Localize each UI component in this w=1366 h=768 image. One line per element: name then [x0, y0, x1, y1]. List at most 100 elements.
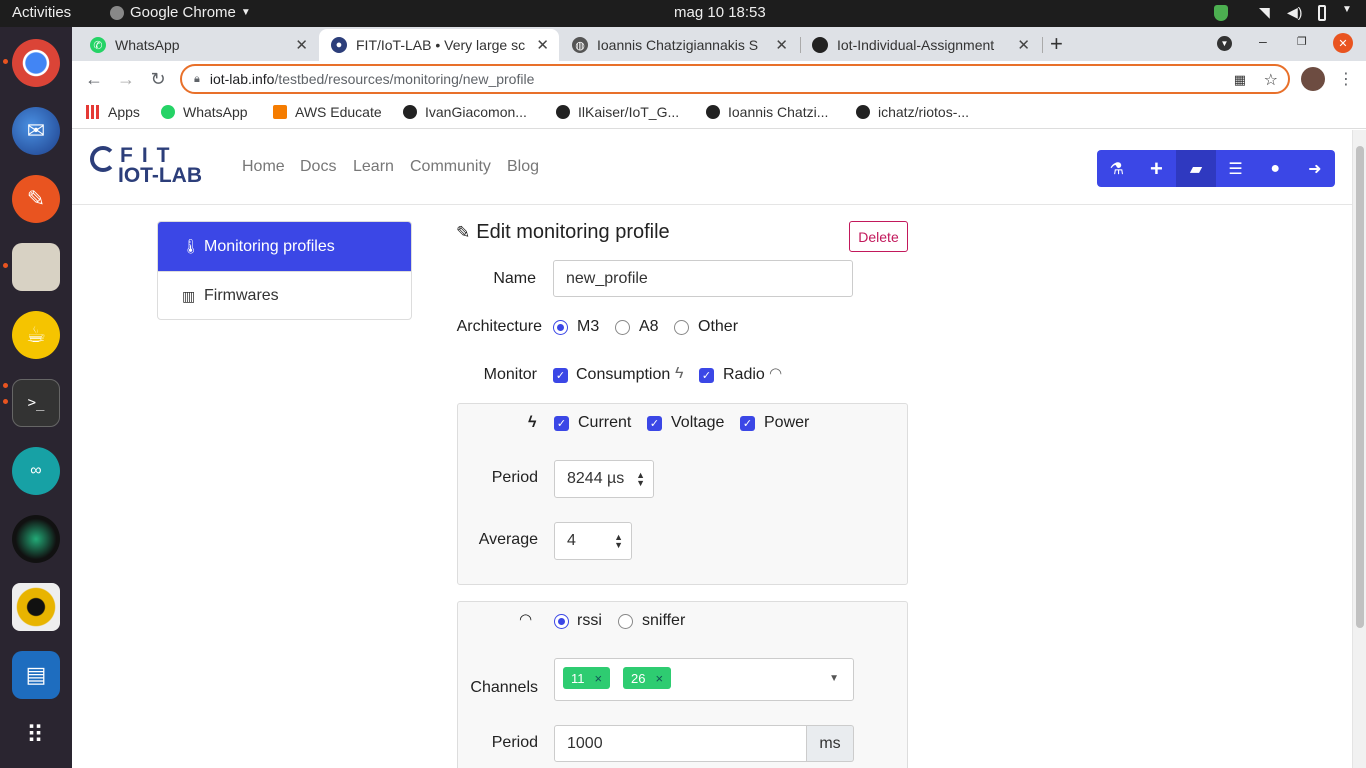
shield-icon[interactable] [1214, 5, 1228, 21]
remove-tag-icon[interactable]: × [595, 671, 603, 686]
writer-dock-icon[interactable]: ▤ [12, 651, 60, 699]
rssi-radio[interactable] [554, 614, 569, 629]
rhythmbox-dock-icon[interactable] [12, 583, 60, 631]
tab-iot-assignment[interactable]: Iot-Individual-Assignment ✕ [800, 29, 1040, 61]
bookmark-ioannis[interactable]: Ioannis Chatzi... [706, 104, 828, 120]
more-menu-icon[interactable]: ⋮ [1334, 67, 1358, 91]
plus-icon[interactable]: + [1137, 150, 1177, 187]
folder-open-icon[interactable]: ▰ [1176, 150, 1216, 187]
wifi-icon[interactable]: ◥ [1259, 4, 1270, 21]
monitor-consumption-checkbox[interactable]: ✓ [553, 368, 568, 383]
app-menu[interactable]: Google Chrome ▼ [110, 4, 251, 21]
chevron-down-icon[interactable]: ▼ [829, 673, 839, 684]
sidebar-item-firmwares[interactable]: ▥ Firmwares [158, 271, 411, 319]
tab-fit-iot-lab[interactable]: ● FIT/IoT-LAB • Very large sc ✕ [319, 29, 559, 61]
flask-icon[interactable]: ⚗ [1097, 150, 1137, 187]
current-checkbox[interactable]: ✓ [554, 416, 569, 431]
close-icon[interactable]: ✕ [775, 36, 788, 54]
new-tab-button[interactable]: + [1050, 31, 1063, 57]
nav-blog[interactable]: Blog [507, 158, 539, 176]
voltage-checkbox[interactable]: ✓ [647, 416, 662, 431]
system-menu-chevron-icon[interactable]: ▼ [1342, 4, 1352, 15]
nav-docs[interactable]: Docs [300, 158, 336, 176]
sidebar-item-monitoring-profiles[interactable]: 🌡︎ Monitoring profiles [158, 222, 411, 271]
channels-multiselect[interactable]: 11 × 26 × ▼ [554, 658, 854, 701]
forward-icon[interactable]: → [114, 67, 138, 91]
monitor-radio-checkbox[interactable]: ✓ [699, 368, 714, 383]
channels-label: Channels [470, 679, 538, 696]
clock[interactable]: mag 10 18:53 [674, 4, 766, 21]
nav-learn[interactable]: Learn [353, 158, 394, 176]
arch-other-radio[interactable] [674, 320, 689, 335]
bolt-icon: ϟ [528, 414, 537, 431]
radio-period-input[interactable]: 1000 [554, 725, 807, 762]
maximize-button[interactable]: ❐ [1297, 35, 1307, 48]
page-scrollbar[interactable] [1352, 130, 1366, 768]
terminal-dock-icon[interactable]: >_ [12, 379, 60, 427]
teapot-dock-icon[interactable]: ☕ [12, 311, 60, 359]
tab-search-icon[interactable]: ▼ [1217, 36, 1232, 51]
tab-title: WhatsApp [115, 37, 180, 53]
tab-whatsapp[interactable]: ✆ WhatsApp ✕ [78, 29, 318, 61]
fit-iot-lab-logo[interactable]: FIT IOT-LAB [90, 144, 215, 188]
delete-button[interactable]: Delete [849, 221, 908, 252]
profile-avatar[interactable] [1301, 67, 1325, 91]
scrollbar-thumb[interactable] [1356, 146, 1364, 628]
bookmark-label: WhatsApp [183, 104, 248, 120]
close-icon[interactable]: ✕ [536, 36, 549, 54]
bookmark-aws-educate[interactable]: AWS Educate [273, 104, 382, 120]
close-icon[interactable]: ✕ [1017, 36, 1030, 54]
bookmark-apps[interactable]: Apps [86, 104, 140, 120]
bolt-icon: ϟ [675, 365, 684, 382]
arch-m3-radio[interactable] [553, 320, 568, 335]
thunderbird-dock-icon[interactable]: ✉ [12, 107, 60, 155]
chrome-dock-icon[interactable] [12, 39, 60, 87]
channel-tag[interactable]: 26 × [623, 667, 672, 689]
show-apps-icon[interactable]: ⠿ [12, 711, 60, 759]
pencil-icon: ✎ [456, 222, 471, 242]
wifi-icon: ◠ [519, 611, 533, 628]
tab-ioannis[interactable]: ◍ Ioannis Chatzigiannakis S ✕ [560, 29, 798, 61]
bookmark-ichatz-riotos[interactable]: ichatz/riotos-... [856, 104, 969, 120]
bookmark-label: Ioannis Chatzi... [728, 104, 829, 120]
close-window-button[interactable]: ✕ [1333, 33, 1353, 53]
nav-home[interactable]: Home [242, 158, 285, 176]
bookmark-ilkaiser[interactable]: IlKaiser/IoT_G... [556, 104, 679, 120]
consumption-period-select[interactable]: 8244 µs ▲ ▼ [554, 460, 654, 498]
arduino-dock-icon[interactable]: ∞ [12, 447, 60, 495]
files-dock-icon[interactable] [12, 243, 60, 291]
bookmark-star-icon[interactable]: ☆ [1264, 70, 1278, 90]
tab-title: Iot-Individual-Assignment [837, 37, 995, 53]
power-checkbox[interactable]: ✓ [740, 416, 755, 431]
logout-icon[interactable]: ➜ [1295, 150, 1335, 187]
github-icon [856, 105, 870, 119]
average-select[interactable]: 4 ▲ ▼ [554, 522, 632, 560]
qr-code-icon[interactable]: ▦ [1234, 72, 1246, 88]
close-icon[interactable]: ✕ [295, 36, 308, 54]
address-bar[interactable]: 🔒︎ iot-lab.info/testbed/resources/monito… [180, 64, 1290, 94]
battery-icon[interactable] [1318, 5, 1326, 21]
name-input[interactable]: new_profile [553, 260, 853, 297]
bookmark-ivangiacomon[interactable]: IvanGiacomon... [403, 104, 527, 120]
monitoring-profile-form: ✎ Edit monitoring profile Delete Name ne… [456, 221, 911, 768]
activities-button[interactable]: Activities [12, 4, 71, 21]
sniffer-radio[interactable] [618, 614, 633, 629]
logo-line2: IOT-LAB [118, 164, 202, 187]
user-icon[interactable]: ● [1255, 150, 1295, 187]
bookmark-whatsapp[interactable]: WhatsApp [161, 104, 248, 120]
lock-icon[interactable]: 🔒︎ [194, 73, 200, 86]
remove-tag-icon[interactable]: × [655, 671, 663, 686]
back-icon[interactable]: ← [82, 67, 106, 91]
arch-a8-radio[interactable] [615, 320, 630, 335]
volume-icon[interactable]: ◀) [1287, 4, 1302, 21]
wifi-icon: ◠ [769, 365, 783, 382]
list-icon[interactable]: ☰ [1216, 150, 1256, 187]
fit-iot-lab-icon: ● [331, 37, 347, 53]
minimize-button[interactable]: – [1259, 33, 1267, 49]
camera-dock-icon[interactable] [12, 515, 60, 563]
reload-icon[interactable]: ↻ [146, 67, 170, 91]
channel-tag[interactable]: 11 × [563, 667, 611, 689]
github-icon [403, 105, 417, 119]
nav-community[interactable]: Community [410, 158, 491, 176]
postman-dock-icon[interactable]: ✎ [12, 175, 60, 223]
